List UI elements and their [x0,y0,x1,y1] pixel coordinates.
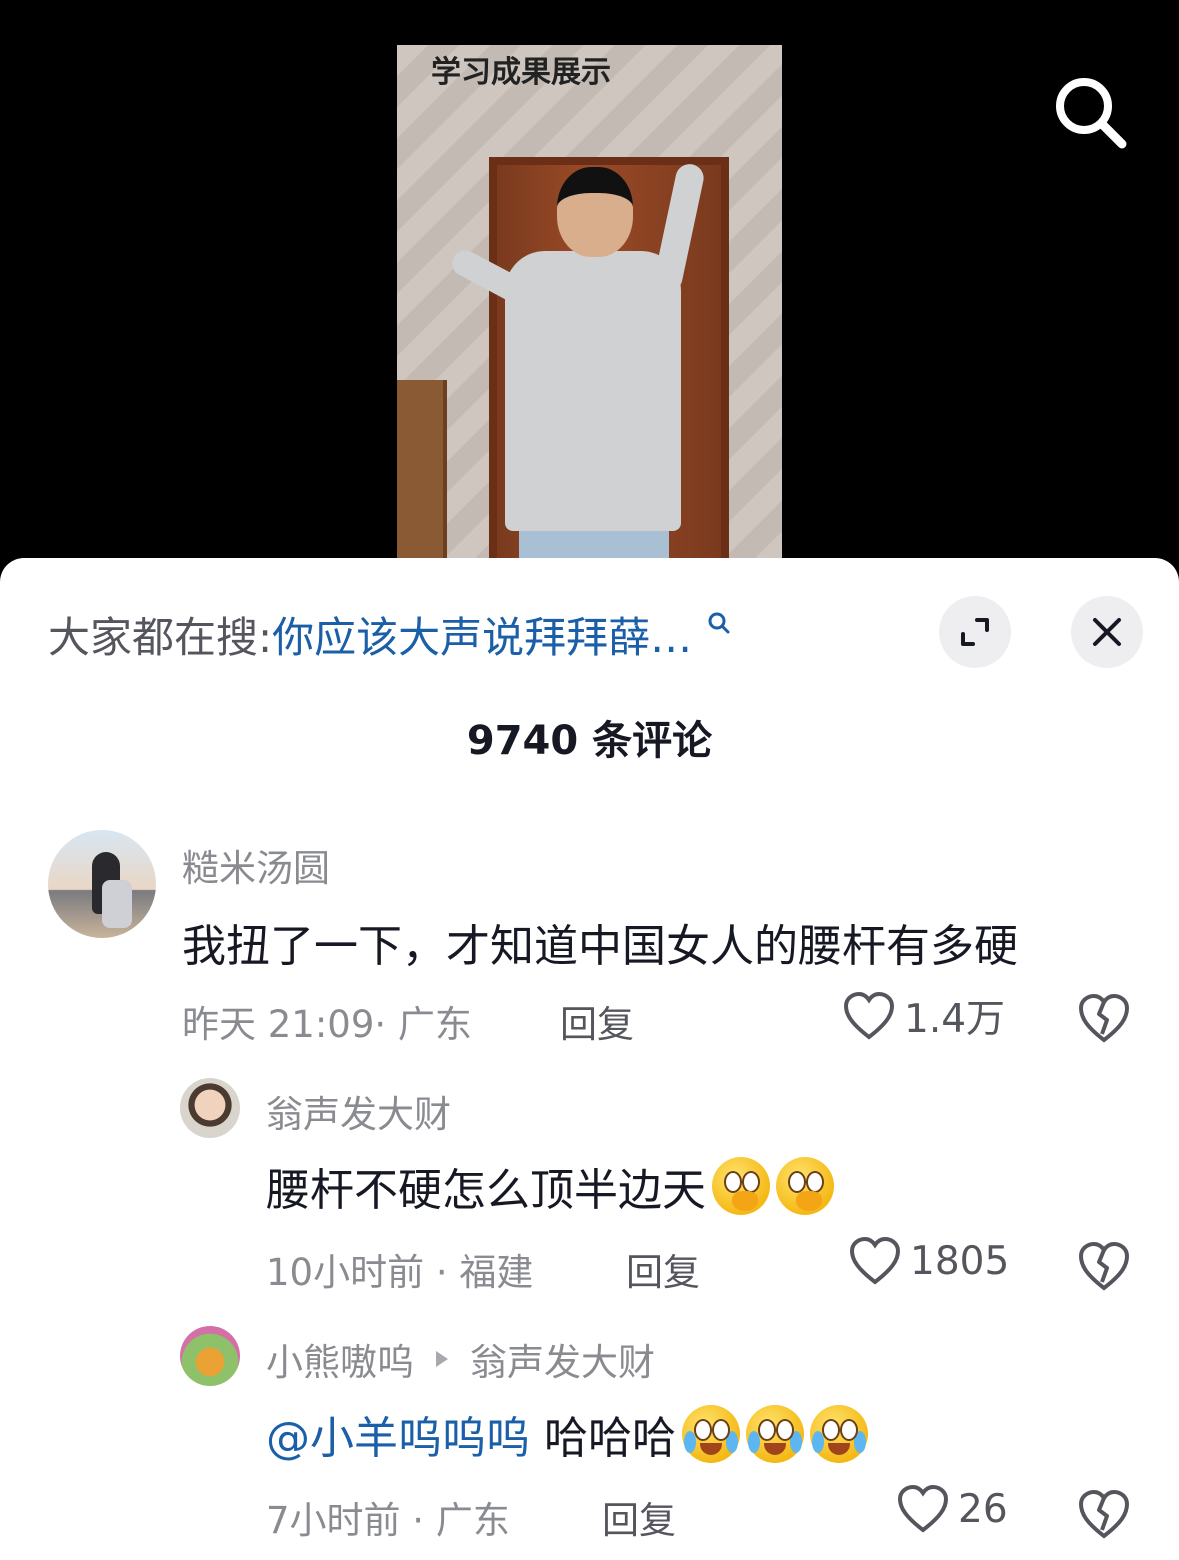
video-frame[interactable]: 学习成果展示 [397,45,782,575]
comment-time-location: 7小时前 · 广东 [266,1499,510,1542]
expand-button[interactable] [939,596,1011,668]
search-icon[interactable] [706,610,732,636]
crying-laugh-emoji [746,1405,804,1463]
reply-to-username[interactable]: 翁声发大财 [470,1332,655,1386]
avatar[interactable] [180,1078,240,1138]
close-button[interactable] [1071,596,1143,668]
comment-sheet: 大家都在搜: 你应该大声说拜拜薛… 9740 条评论 糙米汤圆 我扭了一下，才知… [0,558,1179,1560]
heart-icon [849,1236,901,1285]
comment-text: @小羊呜呜呜 哈哈哈 [266,1402,868,1466]
mention-link[interactable]: @小羊呜呜呜 [266,1402,530,1466]
broken-heart-icon[interactable] [1076,990,1132,1046]
avatar[interactable] [180,1326,240,1386]
broken-heart-icon[interactable] [1076,1238,1132,1294]
crying-laugh-emoji [810,1405,868,1463]
trending-search-query[interactable]: 你应该大声说拜拜薛… [272,604,692,665]
reply-button[interactable]: 回复 [602,1490,676,1544]
comment-text-body: 哈哈哈 [530,1413,676,1464]
comment-text-body: 腰杆不硬怎么顶半边天 [266,1165,706,1216]
thinking-emoji [712,1157,770,1215]
comment-count: 9740 条评论 [466,718,713,764]
reply-button[interactable]: 回复 [626,1242,700,1296]
search-icon[interactable] [1050,72,1132,154]
reply-arrow-icon [436,1351,448,1367]
video-player[interactable]: 学习成果展示 [0,0,1179,590]
comment-text: 腰杆不硬怎么顶半边天 [266,1154,834,1218]
comment-time-location: 10小时前 · 福建 [266,1251,534,1294]
like-button[interactable]: 1805 [848,1236,1009,1286]
like-button[interactable]: 1.4万 [842,988,1005,1044]
reply-button[interactable]: 回复 [560,994,634,1048]
crying-laugh-emoji [682,1405,740,1463]
video-caption: 学习成果展示 [431,55,611,90]
close-icon [1093,618,1121,646]
heart-icon [843,991,895,1040]
comment-text-body: 我扭了一下，才知道中国女人的腰杆有多硬 [182,921,1018,972]
like-count: 1805 [910,1238,1010,1284]
comment-username[interactable]: 翁声发大财 [266,1084,451,1138]
like-button[interactable]: 26 [896,1484,1008,1534]
heart-icon [897,1484,949,1533]
comment-text: 我扭了一下，才知道中国女人的腰杆有多硬 [182,910,1018,974]
comment-time-location: 昨天 21:09· 广东 [182,1003,472,1046]
comment-username-text: 小熊嗷呜 [266,1341,414,1384]
like-count: 26 [958,1486,1008,1532]
trending-search-bar[interactable]: 大家都在搜: 你应该大声说拜拜薛… [48,604,732,664]
expand-icon [961,618,989,646]
video-person-head [557,167,633,257]
video-person-body [505,251,681,531]
broken-heart-icon[interactable] [1076,1486,1132,1542]
comment-username[interactable]: 小熊嗷呜 翁声发大财 [266,1332,655,1386]
trending-search-prefix: 大家都在搜: [48,612,273,662]
avatar[interactable] [48,830,156,938]
video-shelf [397,380,447,575]
thinking-emoji [776,1157,834,1215]
comment-username[interactable]: 糙米汤圆 [182,838,330,892]
like-count: 1.4万 [904,997,1006,1042]
